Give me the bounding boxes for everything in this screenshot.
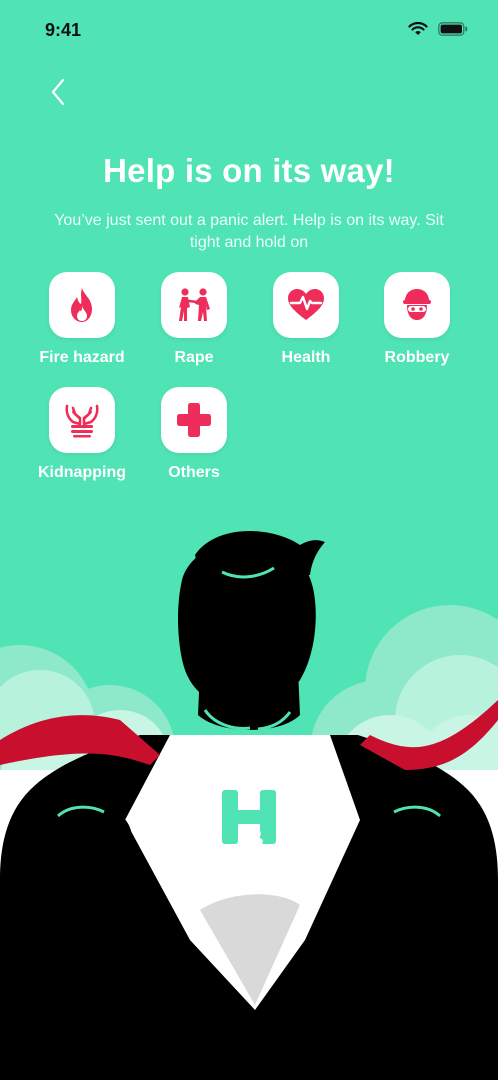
category-robbery[interactable]: Robbery xyxy=(362,272,472,367)
category-tile[interactable] xyxy=(49,387,115,453)
category-tile[interactable] xyxy=(161,387,227,453)
category-label: Others xyxy=(168,464,220,481)
category-others[interactable]: Others xyxy=(139,387,249,482)
category-tile[interactable] xyxy=(49,272,115,338)
chevron-left-icon xyxy=(51,78,65,106)
bound-hands-icon xyxy=(65,404,99,438)
category-label: Fire hazard xyxy=(39,349,125,366)
wifi-icon xyxy=(408,22,428,35)
category-label: Rape xyxy=(174,349,214,366)
alert-message: You’ve just sent out a panic alert. Help… xyxy=(54,212,444,251)
status-bar: 9:41 xyxy=(0,0,498,60)
back-button[interactable] xyxy=(40,74,76,110)
battery-icon xyxy=(438,22,468,36)
fire-icon xyxy=(71,288,92,322)
category-kidnapping[interactable]: Kidnapping xyxy=(27,387,137,482)
robber-icon xyxy=(403,289,431,320)
category-label: Robbery xyxy=(384,349,450,366)
category-label: Kidnapping xyxy=(38,464,126,481)
plus-icon xyxy=(177,403,211,437)
category-health[interactable]: Health xyxy=(251,272,361,367)
category-label: Health xyxy=(281,349,331,366)
category-tile[interactable] xyxy=(384,272,450,338)
category-tile[interactable] xyxy=(273,272,339,338)
status-time: 9:41 xyxy=(45,20,82,40)
heart-pulse-icon xyxy=(288,289,324,320)
page-title: Help is on its way! xyxy=(103,152,395,189)
category-fire-hazard[interactable]: Fire hazard xyxy=(27,272,137,367)
hero-illustration xyxy=(0,531,498,1080)
people-icon xyxy=(179,288,210,321)
category-tile[interactable] xyxy=(161,272,227,338)
category-rape[interactable]: Rape xyxy=(139,272,249,367)
status-icons xyxy=(408,22,468,36)
